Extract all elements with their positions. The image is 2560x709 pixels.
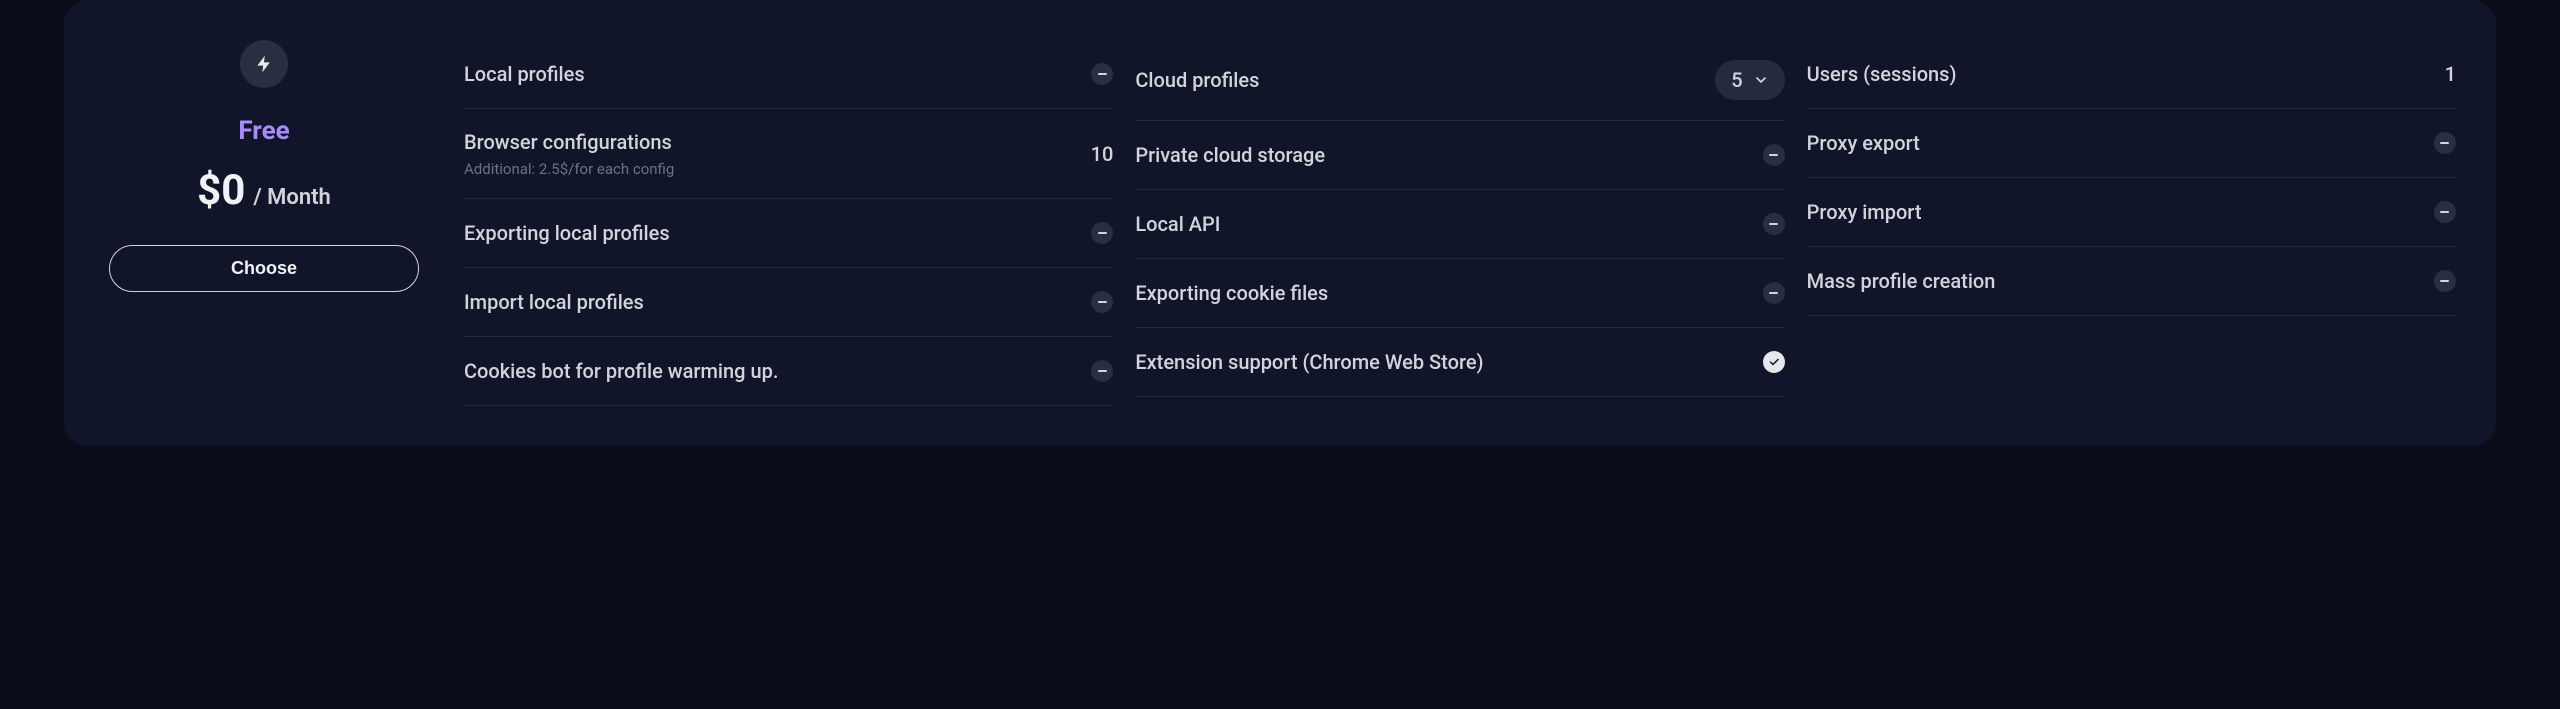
dash-icon bbox=[1763, 144, 1785, 166]
features-column: Users (sessions) 1 Proxy export Proxy impor… bbox=[1807, 40, 2456, 406]
plan-name: Free bbox=[238, 116, 289, 146]
feature-value: 1 bbox=[2445, 62, 2456, 86]
dash-icon bbox=[1091, 360, 1113, 382]
feature-label-wrap: Exporting cookie files bbox=[1135, 280, 1328, 307]
feature-label-wrap: Local API bbox=[1135, 211, 1220, 238]
feature-value: 10 bbox=[1091, 142, 1114, 166]
choose-button[interactable]: Choose bbox=[109, 245, 419, 292]
feature-label-wrap: Mass profile creation bbox=[1807, 268, 1996, 295]
feature-label: Private cloud storage bbox=[1135, 142, 1325, 169]
feature-label: Cloud profiles bbox=[1135, 67, 1259, 94]
dash-icon bbox=[2434, 132, 2456, 154]
select-value: 5 bbox=[1731, 68, 1742, 92]
feature-row: Exporting cookie files bbox=[1135, 259, 1784, 328]
feature-label: Browser configurations bbox=[464, 129, 674, 156]
feature-row: Proxy export bbox=[1807, 109, 2456, 178]
feature-row: Cookies bot for profile warming up. bbox=[464, 337, 1113, 406]
feature-label: Proxy import bbox=[1807, 199, 1922, 226]
feature-label-wrap: Browser configurations Additional: 2.5$/f… bbox=[464, 129, 674, 178]
feature-label-wrap: Proxy export bbox=[1807, 130, 1920, 157]
feature-label-wrap: Exporting local profiles bbox=[464, 220, 670, 247]
feature-label: Users (sessions) bbox=[1807, 61, 1957, 88]
feature-row: Extension support (Chrome Web Store) bbox=[1135, 328, 1784, 397]
dash-icon bbox=[2434, 201, 2456, 223]
dash-icon bbox=[1763, 282, 1785, 304]
dash-icon bbox=[1091, 63, 1113, 85]
feature-label: Import local profiles bbox=[464, 289, 644, 316]
feature-row: Cloud profiles 5 bbox=[1135, 40, 1784, 121]
features-column: Cloud profiles 5 Private cloud storage Loca… bbox=[1135, 40, 1784, 406]
feature-row: Users (sessions) 1 bbox=[1807, 40, 2456, 109]
feature-label: Exporting cookie files bbox=[1135, 280, 1328, 307]
dash-icon bbox=[2434, 270, 2456, 292]
feature-label: Extension support (Chrome Web Store) bbox=[1135, 349, 1483, 376]
feature-sublabel: Additional: 2.5$/for each config bbox=[464, 160, 674, 178]
plan-summary: Free $0 / Month Choose bbox=[104, 40, 424, 406]
feature-row: Exporting local profiles bbox=[464, 199, 1113, 268]
feature-label-wrap: Extension support (Chrome Web Store) bbox=[1135, 349, 1483, 376]
feature-label: Cookies bot for profile warming up. bbox=[464, 358, 778, 385]
dash-icon bbox=[1763, 213, 1785, 235]
feature-row: Private cloud storage bbox=[1135, 121, 1784, 190]
feature-row: Local profiles bbox=[464, 40, 1113, 109]
feature-label: Proxy export bbox=[1807, 130, 1920, 157]
feature-row: Proxy import bbox=[1807, 178, 2456, 247]
feature-row: Browser configurations Additional: 2.5$/f… bbox=[464, 109, 1113, 199]
feature-label-wrap: Import local profiles bbox=[464, 289, 644, 316]
feature-label: Exporting local profiles bbox=[464, 220, 670, 247]
dash-icon bbox=[1091, 222, 1113, 244]
feature-label-wrap: Cloud profiles bbox=[1135, 67, 1259, 94]
feature-label-wrap: Local profiles bbox=[464, 61, 585, 88]
chevron-down-icon bbox=[1753, 72, 1769, 88]
features-column: Local profiles Browser configurations Addi… bbox=[464, 40, 1113, 406]
feature-label-wrap: Proxy import bbox=[1807, 199, 1922, 226]
feature-label-wrap: Users (sessions) bbox=[1807, 61, 1957, 88]
feature-label-wrap: Private cloud storage bbox=[1135, 142, 1325, 169]
feature-label: Local API bbox=[1135, 211, 1220, 238]
feature-row: Mass profile creation bbox=[1807, 247, 2456, 316]
features-grid: Local profiles Browser configurations Addi… bbox=[464, 40, 2456, 406]
feature-row: Import local profiles bbox=[464, 268, 1113, 337]
feature-select[interactable]: 5 bbox=[1715, 60, 1784, 100]
feature-label: Local profiles bbox=[464, 61, 585, 88]
price-period: / Month bbox=[253, 185, 331, 210]
price-row: $0 / Month bbox=[197, 166, 331, 215]
price-amount: $0 bbox=[197, 166, 245, 215]
feature-label: Mass profile creation bbox=[1807, 268, 1996, 295]
lightning-icon bbox=[240, 40, 288, 88]
dash-icon bbox=[1091, 291, 1113, 313]
feature-row: Local API bbox=[1135, 190, 1784, 259]
check-icon bbox=[1763, 351, 1785, 373]
pricing-card: Free $0 / Month Choose Local profiles Bro… bbox=[64, 0, 2496, 446]
feature-label-wrap: Cookies bot for profile warming up. bbox=[464, 358, 778, 385]
